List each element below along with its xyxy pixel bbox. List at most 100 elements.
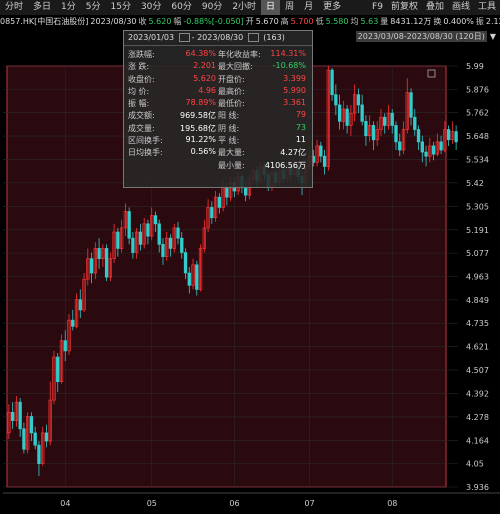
stat-value: 5.620	[193, 73, 216, 83]
stat-label: 平 线:	[218, 136, 240, 146]
stat-label: 成交额:	[128, 111, 155, 121]
timeframe-tab[interactable]: 90分	[197, 0, 227, 15]
tool-button[interactable]: 前复权	[387, 0, 422, 15]
stat-label: 阴 线:	[218, 123, 240, 133]
candle-body	[446, 129, 451, 141]
timeframe-tab[interactable]: 月	[299, 0, 318, 15]
stat-value: 2.201	[193, 61, 216, 71]
tool-button[interactable]: 工具	[474, 0, 500, 15]
y-tick-label: 4.164	[466, 436, 489, 445]
timeframe-tab[interactable]: 60分	[166, 0, 196, 15]
stat-label: 最小量:	[218, 160, 245, 170]
tool-button[interactable]: 画线	[448, 0, 474, 15]
y-tick-label: 3.936	[466, 483, 489, 492]
stat-row: 阴 线: 73	[218, 123, 306, 135]
stat-label: 最高价:	[218, 86, 245, 96]
stat-row: 最大回撤: -10.68%	[218, 61, 306, 73]
timeframe-tab[interactable]: 1分	[56, 0, 81, 15]
stat-value: 64.38%	[185, 49, 216, 58]
stat-value: 0.56%	[190, 147, 216, 157]
timeframe-tab[interactable]: 更多	[318, 0, 346, 15]
timeframe-tab[interactable]: 周	[280, 0, 299, 15]
stat-row: 最小量: 4106.56万	[218, 160, 306, 172]
y-tick-label: 5.42	[466, 179, 484, 188]
candle-body	[383, 116, 387, 126]
stat-label: 年化收益率:	[218, 50, 261, 59]
y-tick-label: 5.305	[466, 202, 489, 211]
candle-body	[180, 237, 184, 253]
quote-field: 2.12%	[485, 17, 500, 26]
stat-row: 均 价: 4.96	[128, 86, 216, 98]
stat-label: 成交量:	[128, 123, 155, 133]
quote-field: 均	[350, 17, 359, 26]
quote-bar: 0857.HK[中国石油股份] 2023/08/30 收 5.620 幅 -0.88%[-…	[0, 16, 500, 28]
timeframe-tab[interactable]: 日	[261, 0, 281, 15]
timeframe-tab[interactable]: 2小时	[227, 0, 261, 15]
stat-row: 涨跌幅: 64.38%	[128, 49, 216, 61]
stat-row: 涨 跌: 2.201	[128, 61, 216, 73]
stat-label: 最大量:	[218, 148, 245, 158]
candle-body	[243, 186, 248, 196]
quote-field: 振	[475, 17, 484, 26]
stat-row: 开盘价: 3.399	[218, 74, 306, 86]
stat-value: 969.58亿	[180, 111, 216, 121]
stats-left-column: 涨跌幅: 64.38% 涨 跌: 2.201 收盘价: 5.620 均 价: 4.96 振 幅:…	[128, 49, 216, 160]
timeframe-tab[interactable]: 15分	[106, 0, 136, 15]
timeframe-tab[interactable]: 分时	[0, 0, 28, 15]
candle-body	[63, 340, 67, 352]
candle-body	[424, 151, 428, 157]
quote-field: 高	[280, 17, 289, 26]
stat-value: 4.27亿	[280, 148, 306, 158]
quote-field: 0857.HK[中国石油股份]	[0, 17, 89, 26]
stat-value: 195.68亿	[180, 123, 216, 133]
candle-body	[413, 116, 417, 130]
stat-label: 开盘价:	[218, 74, 245, 84]
stat-label: 均 价:	[128, 86, 150, 96]
stat-row: 平 线: 11	[218, 135, 306, 147]
stat-label: 阳 线:	[218, 111, 240, 121]
tool-button[interactable]: 叠加	[422, 0, 448, 15]
candle-body	[390, 112, 394, 126]
stat-row: 最高价: 5.990	[218, 86, 306, 98]
x-tick-label: 07	[305, 499, 315, 508]
stat-value: 4106.56万	[264, 160, 306, 170]
stat-value: 73	[295, 122, 306, 132]
tool-button[interactable]: F9	[368, 0, 387, 15]
candle-body	[364, 120, 368, 137]
candle-body	[394, 125, 398, 143]
candle-body	[356, 94, 361, 106]
stat-label: 涨 跌:	[128, 62, 150, 72]
timeframe-tab[interactable]: 多日	[28, 0, 56, 15]
candle-body	[78, 299, 82, 311]
candle-body	[195, 264, 199, 290]
candle-body	[157, 223, 161, 245]
candle-body	[334, 94, 338, 106]
quote-field: 5.63	[360, 17, 379, 26]
date-picker-icon[interactable]	[178, 33, 190, 42]
stat-row: 年化收益率: 114.31%	[218, 49, 306, 61]
y-tick-label: 5.99	[466, 62, 484, 71]
timeframe-tab[interactable]: 30分	[136, 0, 166, 15]
candle-body	[439, 141, 443, 151]
y-tick-label: 5.191	[466, 226, 489, 235]
candle-body	[431, 145, 436, 155]
quote-field: 5.580	[325, 17, 349, 26]
quote-field: -0.88%[-0.050]	[183, 17, 244, 26]
stat-value: 5.990	[283, 85, 306, 95]
timeframe-tab[interactable]: 5分	[81, 0, 106, 15]
stat-value: 11	[295, 135, 306, 145]
candle-body	[225, 186, 229, 198]
stat-label: 最低价:	[218, 99, 245, 109]
stat-value: 114.31%	[270, 49, 306, 58]
stat-value: 79	[295, 110, 306, 120]
stat-row: 成交量: 195.68亿	[128, 123, 216, 135]
stat-label: 涨跌幅:	[128, 50, 155, 59]
quote-field: 低	[315, 17, 324, 26]
quote-field: 5.700	[290, 17, 314, 26]
interval-stats-panel: 2023/01/03 - 2023/08/30 (163) 涨跌幅: 64.38%…	[123, 30, 313, 188]
candle-body	[138, 231, 143, 245]
date-picker-icon[interactable]	[247, 33, 259, 42]
candle-body	[161, 243, 165, 257]
candle-body	[146, 223, 150, 237]
candle-body	[116, 231, 120, 249]
